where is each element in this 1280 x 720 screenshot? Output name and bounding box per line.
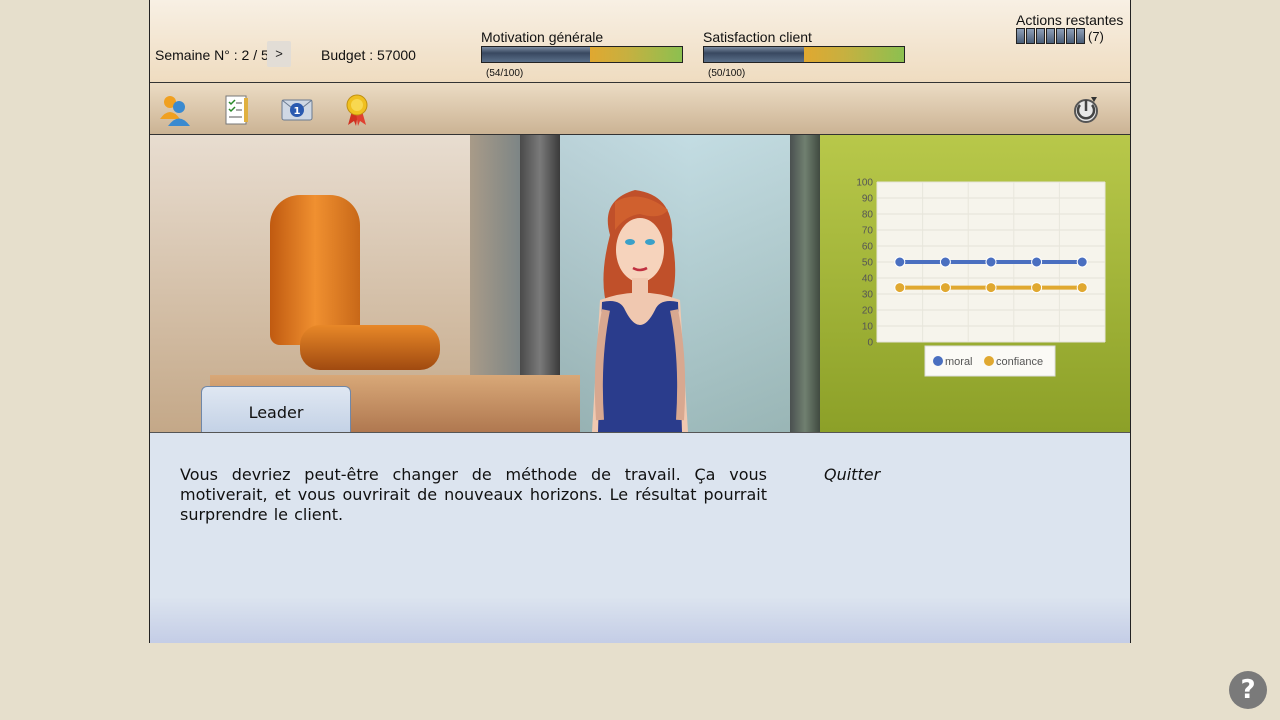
character-portrait [592, 190, 688, 432]
satisfaction-bar-fill [704, 47, 804, 62]
remaining-actions-title: Actions restantes [1016, 12, 1124, 28]
remaining-actions: Actions restantes (7) [1016, 12, 1123, 44]
chart-point-confiance [985, 282, 997, 294]
chart-y-tick-label: 0 [867, 338, 873, 349]
dialog-box: Vous devriez peut-être changer de méthod… [150, 432, 1130, 643]
chart-y-tick-label: 100 [856, 178, 873, 189]
quit-option[interactable]: Quitter [824, 465, 880, 484]
team-icon[interactable] [158, 93, 192, 127]
remaining-actions-count: (7) [1088, 28, 1104, 44]
satisfaction-gauge: Satisfaction client (50/100) [703, 30, 905, 79]
chart-y-tick-label: 80 [862, 210, 874, 221]
next-week-button[interactable]: > [267, 41, 291, 67]
chart-y-tick-label: 30 [862, 290, 874, 301]
toolbar: 1 [150, 83, 1130, 135]
action-pip [1026, 28, 1035, 44]
satisfaction-value: (50/100) [708, 68, 746, 79]
status-bar: Semaine N° : 2 / 5 > Budget : 57000 Moti… [150, 0, 1130, 83]
chart-point-moral [894, 256, 906, 268]
award-icon[interactable] [340, 93, 374, 127]
chart-y-tick-label: 10 [862, 322, 874, 333]
satisfaction-bar [703, 46, 905, 63]
motivation-gauge: Motivation générale (54/100) [481, 30, 683, 79]
chart-point-moral [939, 256, 951, 268]
motivation-bar-fill [482, 47, 590, 62]
action-pip [1056, 28, 1065, 44]
satisfaction-title: Satisfaction client [703, 29, 812, 45]
chart-point-confiance [1076, 282, 1088, 294]
budget-display: Budget : 57000 [321, 47, 416, 63]
chart-legend-marker [933, 356, 943, 366]
chart-y-tick-label: 50 [862, 258, 874, 269]
action-pip [1046, 28, 1055, 44]
svg-text:1: 1 [294, 106, 301, 117]
chart-y-tick-label: 40 [862, 274, 874, 285]
motivation-value: (54/100) [486, 68, 524, 79]
chart-point-confiance [939, 282, 951, 294]
chart-point-moral [1076, 256, 1088, 268]
help-button[interactable]: ? [1229, 671, 1267, 709]
stats-chart-svg: 0 10 20 30 40 50 60 70 80 90 100 moral confiance [856, 178, 1106, 377]
chair-image [270, 195, 360, 345]
chart-y-tick-label: 20 [862, 306, 874, 317]
chart-legend-label: confiance [996, 356, 1043, 368]
stats-chart: 0 10 20 30 40 50 60 70 80 90 100 moral confiance [850, 175, 1110, 385]
action-pip [1066, 28, 1075, 44]
action-pip [1016, 28, 1025, 44]
week-counter: Semaine N° : 2 / 5 [155, 47, 269, 63]
chart-y-tick-label: 90 [862, 194, 874, 205]
chart-legend-label: moral [945, 356, 973, 368]
chart-y-tick-label: 60 [862, 242, 874, 253]
motivation-title: Motivation générale [481, 29, 604, 45]
speaker-name-tab: Leader [201, 386, 351, 432]
action-pip [1036, 28, 1045, 44]
chart-legend-marker [984, 356, 994, 366]
message-icon[interactable]: 1 [280, 93, 314, 127]
checklist-icon[interactable] [220, 93, 254, 127]
motivation-bar [481, 46, 683, 63]
chart-point-confiance [1031, 282, 1043, 294]
game-frame: Semaine N° : 2 / 5 > Budget : 57000 Moti… [149, 0, 1131, 643]
chart-point-confiance [894, 282, 906, 294]
action-pip [1076, 28, 1085, 44]
chart-y-tick-label: 70 [862, 226, 874, 237]
chart-point-moral [985, 256, 997, 268]
chart-point-moral [1031, 256, 1043, 268]
dialog-text: Vous devriez peut-être changer de méthod… [180, 465, 767, 524]
power-icon[interactable] [1069, 93, 1103, 127]
remaining-actions-pips: (7) [1016, 28, 1123, 44]
